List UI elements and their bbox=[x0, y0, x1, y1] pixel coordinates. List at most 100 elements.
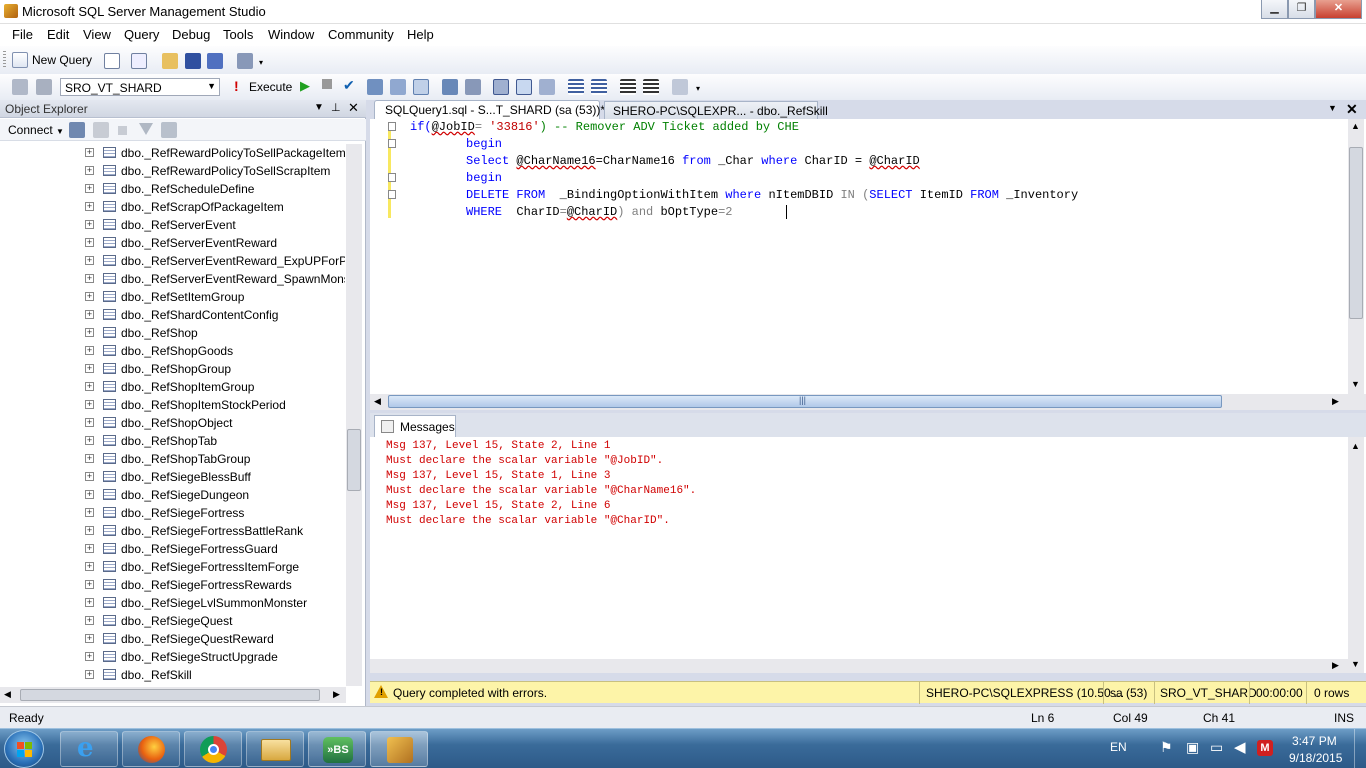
tree-item[interactable]: + dbo._RefScrapOfPackageItem bbox=[0, 198, 345, 216]
scroll-down-icon[interactable]: ▼ bbox=[1351, 659, 1360, 669]
tree-item[interactable]: + dbo._RefShopGroup bbox=[0, 360, 345, 378]
scroll-left-icon[interactable]: ◀ bbox=[374, 396, 381, 407]
scroll-right-icon[interactable]: ▶ bbox=[1332, 660, 1339, 671]
tree-item[interactable]: + dbo._RefShopTab bbox=[0, 432, 345, 450]
stop-icon[interactable] bbox=[322, 79, 332, 89]
chevron-down-icon[interactable]: ▼ bbox=[1328, 103, 1337, 113]
scroll-right-icon[interactable]: ▶ bbox=[333, 689, 340, 700]
tree-item[interactable]: + dbo._RefShopItemStockPeriod bbox=[0, 396, 345, 414]
tree-item[interactable]: + dbo._RefSiegeStructUpgrade bbox=[0, 648, 345, 666]
tree-item[interactable]: + dbo._RefSiegeLvlSummonMonster bbox=[0, 594, 345, 612]
specify-values-icon[interactable] bbox=[413, 79, 429, 95]
editor-horizontal-scrollbar[interactable]: ◀ ||| ▶ bbox=[370, 394, 1366, 410]
parse-checkmark-icon[interactable]: ✔ bbox=[343, 77, 355, 94]
expand-icon[interactable]: + bbox=[85, 472, 94, 481]
scrollbar-thumb[interactable] bbox=[1349, 147, 1363, 319]
taskbar-bluestacks[interactable]: »BS bbox=[308, 731, 366, 767]
taskbar-firefox[interactable] bbox=[122, 731, 180, 767]
menu-view[interactable]: View bbox=[83, 27, 111, 42]
taskbar-ssms[interactable] bbox=[370, 731, 428, 767]
maximize-button[interactable]: ❐ bbox=[1288, 0, 1315, 19]
filter-icon[interactable] bbox=[139, 123, 153, 135]
clock-time[interactable]: 3:47 PM bbox=[1292, 734, 1337, 748]
expand-icon[interactable]: + bbox=[85, 634, 94, 643]
show-desktop-button[interactable] bbox=[1354, 729, 1366, 768]
start-button[interactable] bbox=[4, 730, 44, 768]
expand-icon[interactable]: + bbox=[85, 580, 94, 589]
connect-object-icon[interactable] bbox=[69, 122, 85, 138]
tree-item[interactable]: + dbo._RefSiegeQuest bbox=[0, 612, 345, 630]
scroll-right-icon[interactable]: ▶ bbox=[1332, 396, 1339, 407]
scroll-down-icon[interactable]: ▼ bbox=[1351, 379, 1360, 389]
expand-icon[interactable]: + bbox=[85, 652, 94, 661]
scrollbar-thumb[interactable] bbox=[347, 429, 361, 491]
comment-out-icon[interactable] bbox=[568, 79, 584, 95]
increase-indent-icon[interactable] bbox=[643, 79, 659, 95]
tree-item[interactable]: + dbo._RefSiegeQuestReward bbox=[0, 630, 345, 648]
collapse-icon[interactable] bbox=[388, 190, 396, 199]
expand-icon[interactable]: + bbox=[85, 544, 94, 553]
debug-play-icon[interactable]: ▶ bbox=[300, 78, 310, 94]
clock-date[interactable]: 9/18/2015 bbox=[1289, 751, 1342, 765]
activity-monitor-icon[interactable] bbox=[237, 53, 253, 69]
menu-debug[interactable]: Debug bbox=[172, 27, 210, 42]
expand-icon[interactable]: + bbox=[85, 382, 94, 391]
expand-icon[interactable]: + bbox=[85, 490, 94, 499]
save-all-icon[interactable] bbox=[207, 53, 223, 69]
tree-item[interactable]: + dbo._RefSiegeFortress bbox=[0, 504, 345, 522]
new-file-icon[interactable] bbox=[104, 53, 120, 69]
taskbar-explorer[interactable] bbox=[246, 731, 304, 767]
results-text-icon[interactable] bbox=[493, 79, 509, 95]
expand-icon[interactable]: + bbox=[85, 616, 94, 625]
device-icon[interactable]: ▣ bbox=[1186, 739, 1199, 756]
refresh-icon[interactable] bbox=[161, 122, 177, 138]
taskbar-chrome[interactable] bbox=[184, 731, 242, 767]
expand-icon[interactable]: + bbox=[85, 418, 94, 427]
expand-icon[interactable]: + bbox=[85, 400, 94, 409]
execute-button[interactable]: ! Execute bbox=[230, 77, 292, 97]
database-select[interactable]: SRO_VT_SHARD ▼ bbox=[60, 78, 220, 96]
scroll-up-icon[interactable]: ▲ bbox=[1351, 121, 1360, 131]
menu-edit[interactable]: Edit bbox=[47, 27, 69, 42]
results-grid-icon[interactable] bbox=[516, 79, 532, 95]
display-plan-icon[interactable] bbox=[367, 79, 383, 95]
expand-icon[interactable]: + bbox=[85, 526, 94, 535]
toolbar-overflow-icon[interactable]: ▾ bbox=[259, 58, 263, 67]
close-icon[interactable]: ✕ bbox=[1346, 101, 1358, 118]
scrollbar-thumb[interactable] bbox=[20, 689, 320, 701]
expand-icon[interactable]: + bbox=[85, 508, 94, 517]
collapse-icon[interactable] bbox=[388, 139, 396, 148]
tree-item[interactable]: + dbo._RefShardContentConfig bbox=[0, 306, 345, 324]
scrollbar-thumb[interactable]: ||| bbox=[388, 395, 1222, 408]
tree-item[interactable]: + dbo._RefServerEvent bbox=[0, 216, 345, 234]
expand-icon[interactable]: + bbox=[85, 220, 94, 229]
tree-item[interactable]: + dbo._RefSiegeBlessBuff bbox=[0, 468, 345, 486]
tab-refskill[interactable]: SHERO-PC\SQLEXPR... - dbo._RefSkill bbox=[604, 101, 828, 119]
tree-item[interactable]: + dbo._RefShop bbox=[0, 324, 345, 342]
tree-item[interactable]: + dbo._RefSiegeFortressRewards bbox=[0, 576, 345, 594]
tree-item[interactable]: + dbo._RefServerEventReward_ExpUPForPlay bbox=[0, 252, 345, 270]
stop-icon[interactable] bbox=[118, 126, 127, 135]
expand-icon[interactable]: + bbox=[85, 292, 94, 301]
collapse-icon[interactable] bbox=[388, 122, 396, 131]
scroll-left-icon[interactable]: ◀ bbox=[4, 689, 11, 700]
tree-item[interactable]: + dbo._RefSiegeDungeon bbox=[0, 486, 345, 504]
taskbar-internet-explorer[interactable]: e bbox=[60, 731, 118, 767]
close-button[interactable]: ✕ bbox=[1315, 0, 1362, 19]
tree-vertical-scrollbar[interactable] bbox=[346, 144, 362, 686]
tree-item[interactable]: + dbo._RefSiegeFortressItemForge bbox=[0, 558, 345, 576]
tab-sqlquery1[interactable]: SQLQuery1.sql - S...T_SHARD (sa (53))* bbox=[374, 100, 605, 119]
decrease-indent-icon[interactable] bbox=[620, 79, 636, 95]
tree-item[interactable]: + dbo._RefSiegeFortressGuard bbox=[0, 540, 345, 558]
tree-item[interactable]: + dbo._RefSetItemGroup bbox=[0, 288, 345, 306]
expand-icon[interactable]: + bbox=[85, 598, 94, 607]
open-folder-icon[interactable] bbox=[162, 53, 178, 69]
pin-icon[interactable]: ⊥ bbox=[331, 101, 341, 114]
expand-icon[interactable]: + bbox=[85, 184, 94, 193]
tree-item[interactable]: + dbo._RefSiegeFortressBattleRank bbox=[0, 522, 345, 540]
connect-dropdown[interactable]: Connect ▼ bbox=[8, 123, 64, 137]
tab-messages[interactable]: Messages bbox=[374, 415, 456, 437]
toolbar-grip[interactable] bbox=[3, 51, 6, 69]
expand-icon[interactable]: + bbox=[85, 238, 94, 247]
change-connection-icon[interactable] bbox=[36, 79, 52, 95]
